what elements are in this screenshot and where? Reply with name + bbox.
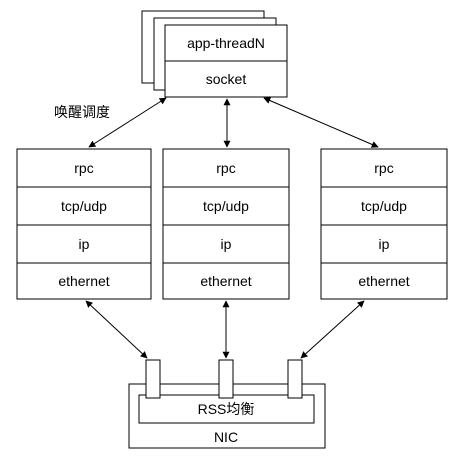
arrow-stack-1-nic	[85, 300, 148, 359]
app-thread-label: app-threadN	[187, 35, 265, 51]
stack-2-ethernet-label: ethernet	[200, 273, 251, 289]
wake-schedule-label: 唤醒调度	[54, 104, 110, 120]
nic-queue-1	[145, 359, 161, 399]
stack-3-ethernet-label: ethernet	[358, 273, 409, 289]
protocol-stack-2: rpc tcp/udp ip ethernet	[162, 148, 290, 300]
stack-3-ip-label: ip	[379, 236, 390, 252]
stack-2-ip-label: ip	[221, 236, 232, 252]
nic-box: RSS均衡 NIC	[128, 359, 326, 449]
protocol-stack-3: rpc tcp/udp ip ethernet	[320, 148, 448, 300]
architecture-diagram: app-threadN socket 唤醒调度 rpc tcp/udp ip e…	[16, 10, 448, 449]
stack-2-tcp-udp-label: tcp/udp	[203, 198, 249, 214]
app-thread-box: app-threadN socket	[164, 24, 288, 98]
nic-queue-3	[287, 359, 303, 399]
stack-1-ip-label: ip	[79, 236, 90, 252]
socket-label: socket	[206, 71, 247, 87]
stack-2-rpc-label: rpc	[216, 160, 235, 176]
diagram-canvas: app-threadN socket 唤醒调度 rpc tcp/udp ip e…	[0, 0, 463, 456]
stack-1-rpc-label: rpc	[74, 160, 93, 176]
arrow-stack-3-nic	[300, 300, 365, 359]
nic-label: NIC	[214, 429, 238, 445]
stack-1-tcp-udp-label: tcp/udp	[61, 198, 107, 214]
stack-3-rpc-label: rpc	[374, 160, 393, 176]
nic-queue-2	[218, 359, 234, 399]
arrow-socket-stack-3	[263, 97, 379, 148]
stack-3-tcp-udp-label: tcp/udp	[361, 198, 407, 214]
rss-balance-label: RSS均衡	[198, 401, 255, 417]
protocol-stack-1: rpc tcp/udp ip ethernet	[16, 148, 152, 300]
stack-1-ethernet-label: ethernet	[58, 273, 109, 289]
